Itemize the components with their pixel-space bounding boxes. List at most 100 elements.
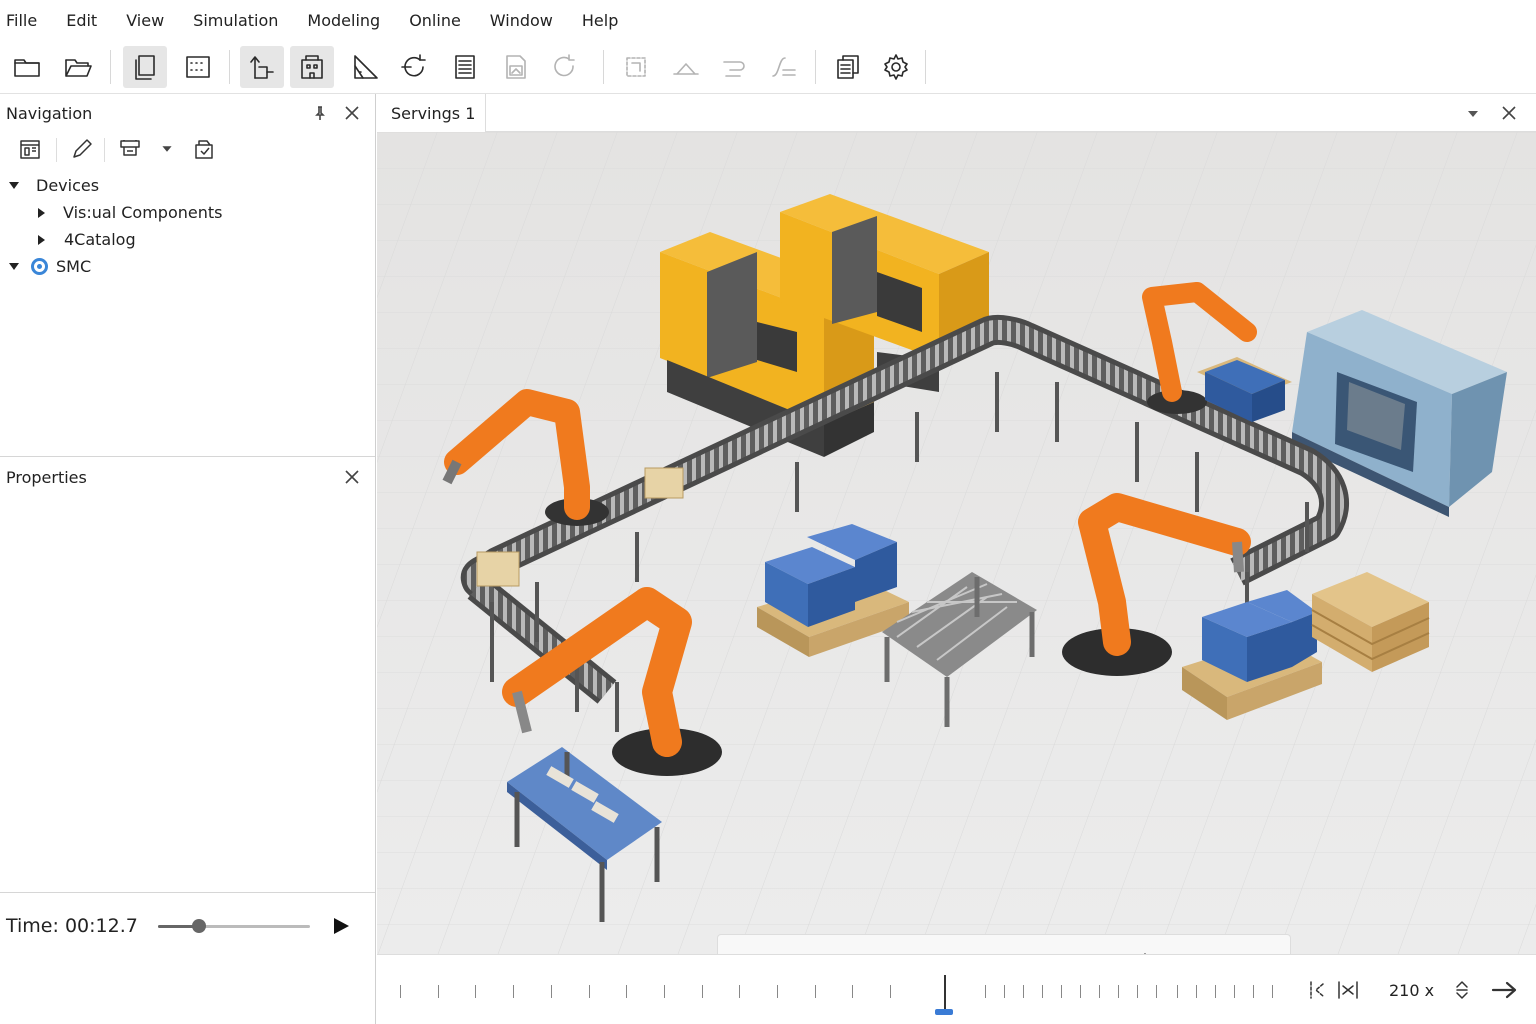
app-window: Fille Edit View Simulation Modeling Onli… <box>0 0 1536 1024</box>
timeline-tick <box>437 985 439 998</box>
navigation-title: Navigation <box>6 103 93 123</box>
menu-file[interactable]: Fille <box>6 11 37 30</box>
timeline-handle[interactable] <box>935 1009 953 1015</box>
tree-item-label: 4Catalog <box>64 230 136 249</box>
timeline-tick <box>1080 985 1081 998</box>
menu-view[interactable]: View <box>126 11 164 30</box>
timeline-tick <box>663 985 665 998</box>
refresh-icon[interactable] <box>542 46 586 88</box>
carton-box <box>476 551 520 587</box>
3d-viewport[interactable] <box>377 132 1536 954</box>
go-start-marker-icon[interactable] <box>1307 979 1329 1001</box>
timeline-tick <box>1118 985 1119 998</box>
timeline-tick <box>1177 985 1178 998</box>
timeline-tick <box>1234 985 1235 998</box>
robot-cell-icon[interactable] <box>290 46 334 88</box>
export-component-icon[interactable] <box>240 46 284 88</box>
timeline-tick <box>1042 985 1043 998</box>
timeline-tick <box>701 985 703 998</box>
timeline-tick <box>626 985 628 998</box>
tree-item-label: Vis:ual Components <box>63 203 223 222</box>
tree-item-label: Devices <box>36 176 100 195</box>
playback-controls <box>717 934 1291 954</box>
timeline-tick <box>513 985 515 998</box>
export-box-icon[interactable] <box>190 136 218 162</box>
main-toolbar <box>0 40 1536 94</box>
timeline-tick <box>985 985 986 998</box>
layout-icon[interactable] <box>16 136 44 162</box>
tab-menu-chevron-icon[interactable] <box>1466 106 1480 120</box>
timeline-tick <box>1004 985 1005 998</box>
arrow-right-icon[interactable] <box>1491 979 1519 1001</box>
new-folder-icon[interactable] <box>5 46 49 88</box>
timeline-tick <box>1023 985 1024 998</box>
properties-title: Properties <box>6 467 87 487</box>
edit-pencil-icon[interactable] <box>68 136 96 162</box>
grid-frame-icon[interactable] <box>176 46 220 88</box>
menu-online[interactable]: Online <box>409 11 461 30</box>
timeline-cursor[interactable] <box>944 975 946 1009</box>
time-slider-handle[interactable] <box>192 919 207 933</box>
report-icon[interactable] <box>826 46 870 88</box>
chevron-down-icon[interactable] <box>156 136 178 162</box>
device-tree: Devices Vis:ual Components 4Catalog SMC <box>0 172 375 280</box>
navigation-panel: Navigation Devices Vis:ual Components 4C… <box>0 94 375 457</box>
collapse-arrow-icon[interactable] <box>38 234 45 245</box>
connection-badge-icon <box>31 258 48 275</box>
close-properties-icon[interactable] <box>343 468 361 486</box>
rotate-icon[interactable] <box>392 46 436 88</box>
list-document-icon[interactable] <box>443 46 487 88</box>
fit-range-icon[interactable] <box>1337 979 1359 1001</box>
collapse-arrow-icon[interactable] <box>38 207 45 218</box>
toolbar-separator <box>229 50 230 84</box>
timeline-tick <box>739 985 741 998</box>
plane-icon[interactable] <box>664 46 708 88</box>
connect-icon[interactable] <box>713 46 757 88</box>
speed-readout[interactable]: 210 x <box>1389 981 1434 1000</box>
menu-window[interactable]: Window <box>490 11 553 30</box>
close-tab-icon[interactable] <box>1500 104 1518 122</box>
tab-servings[interactable]: Servings 1 <box>377 94 487 132</box>
toolbar-separator <box>603 50 604 84</box>
left-dock: Navigation Devices Vis:ual Components 4C… <box>0 94 376 1024</box>
document-tabbar: Servings 1 <box>377 94 1536 132</box>
pin-icon[interactable] <box>311 104 329 122</box>
timeline-tick <box>777 985 778 998</box>
close-navigation-icon[interactable] <box>343 104 361 122</box>
expand-arrow-icon[interactable] <box>9 263 19 270</box>
tree-item-4catalog[interactable]: 4Catalog <box>0 226 375 253</box>
time-slider[interactable] <box>158 919 310 933</box>
time-control: Time: 00:12.7 <box>0 892 375 1024</box>
menu-simulation[interactable]: Simulation <box>193 11 278 30</box>
tree-item-visual-components[interactable]: Vis:ual Components <box>0 199 375 226</box>
tab-label: Servings 1 <box>391 103 476 123</box>
tree-item-label: SMC <box>56 257 92 276</box>
path-curve-icon[interactable] <box>762 46 806 88</box>
snap-frame-icon[interactable] <box>614 46 658 88</box>
tree-item-devices[interactable]: Devices <box>0 172 375 199</box>
copy-pages-icon[interactable] <box>123 46 167 88</box>
timeline-tick <box>852 985 854 998</box>
measure-angle-icon[interactable] <box>343 46 387 88</box>
menu-edit[interactable]: Edit <box>66 11 97 30</box>
timeline-tick <box>1156 985 1157 998</box>
toolbar-separator <box>110 50 111 84</box>
timeline-tick <box>1272 985 1273 998</box>
time-readout: Time: 00:12.7 <box>6 915 138 937</box>
menu-modeling[interactable]: Modeling <box>307 11 380 30</box>
open-folder-icon[interactable] <box>56 46 100 88</box>
tree-item-smc[interactable]: SMC <box>0 253 375 280</box>
image-frame-icon[interactable] <box>494 46 538 88</box>
timeline-tick <box>588 985 590 998</box>
timeline[interactable]: 210 x <box>377 954 1536 1024</box>
carton-box <box>644 467 684 499</box>
properties-header: Properties <box>0 458 375 496</box>
settings-gear-icon[interactable] <box>874 46 918 88</box>
document-area: Servings 1 210 x <box>377 94 1536 1024</box>
menu-help[interactable]: Help <box>582 11 618 30</box>
properties-panel: Properties <box>0 458 375 892</box>
speed-stepper-icon[interactable] <box>1451 979 1473 1001</box>
play-icon[interactable] <box>330 915 352 937</box>
hierarchy-icon[interactable] <box>116 136 144 162</box>
expand-arrow-icon[interactable] <box>9 182 19 189</box>
